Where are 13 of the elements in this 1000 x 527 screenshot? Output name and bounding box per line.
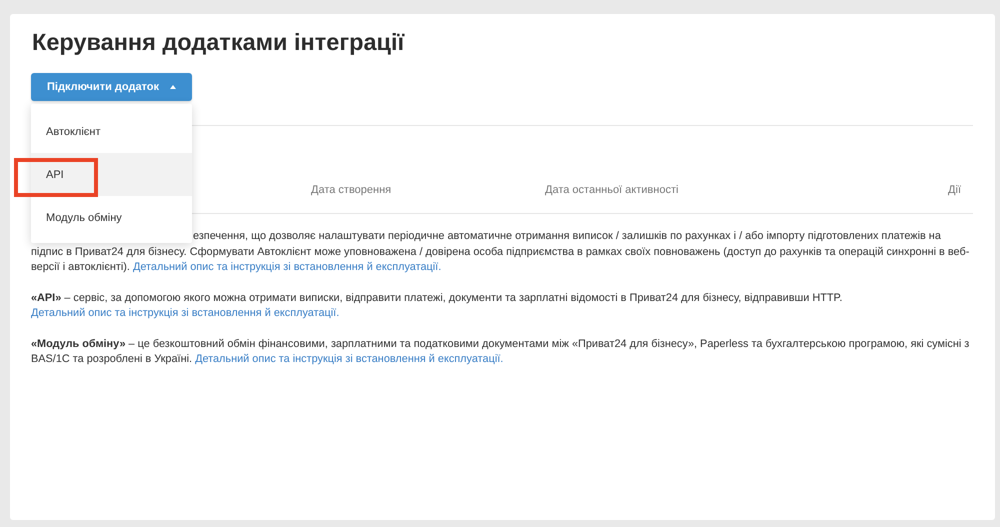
description-text: «Модуль обміну» – це безкоштовний обмін фінансовими, зарплатними та податковими документами між «Приват24 для бізнесу», Paperless та бухгалтерською програмою, які сумісні з BAS/1C та розроблені в Україні. Детальний опис та інструкція зі встановлення й експлуатації. — [31, 336, 970, 367]
connect-app-button[interactable]: Підключити додаток — [31, 73, 192, 101]
caret-icon — [170, 85, 176, 89]
details-link[interactable]: Детальний опис та інструкція зі встановлення й експлуатації. — [31, 307, 340, 319]
details-link[interactable]: Детальний опис та інструкція зі встановлення й експлуатації. — [195, 353, 504, 365]
description-text: «API» – сервіс, за допомогою якого можна отримати виписки, відправити платежі, документи та зарплатні відомості в Приват24 для бізнесу, відправивши HTTP. Детальний опис та інструкція зі встановлення й експлуатації. — [31, 290, 844, 321]
column-header: Дата створення — [311, 183, 392, 198]
column-header: Дії — [948, 183, 961, 198]
menu-item[interactable]: Автоклієнт — [31, 110, 192, 153]
page-title: Керування додатками інтеграції — [32, 28, 404, 57]
menu-item[interactable]: API — [31, 153, 192, 196]
details-link[interactable]: Детальний опис та інструкція зі встановлення й експлуатації. — [132, 261, 442, 273]
column-header: Дата останньої активності — [545, 183, 678, 198]
